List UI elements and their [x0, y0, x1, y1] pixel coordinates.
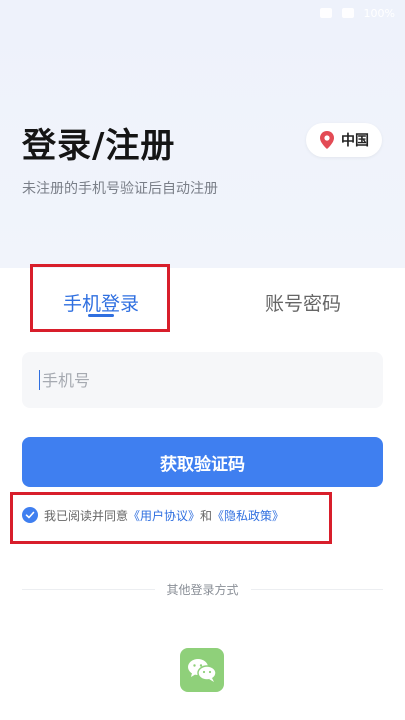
divider-line-right	[250, 588, 384, 590]
tab-highlight-box	[30, 264, 170, 332]
status-bar: 100%	[319, 4, 395, 22]
page-title: 登录/注册	[22, 126, 176, 166]
battery-text: 100%	[363, 6, 395, 20]
phone-input[interactable]	[40, 369, 383, 391]
text-caret	[39, 370, 40, 390]
phone-field[interactable]	[22, 352, 383, 408]
region-label: 中国	[341, 133, 369, 149]
wechat-login-button[interactable]	[180, 648, 224, 692]
signal-icon	[319, 8, 332, 18]
divider-line-left	[22, 588, 155, 590]
agreement-highlight-box	[10, 492, 332, 544]
other-login-label: 其他登录方式	[166, 582, 239, 597]
tab-account-password[interactable]: 账号密码	[230, 280, 376, 324]
battery-icon	[341, 8, 354, 18]
get-code-button[interactable]: 获取验证码	[22, 437, 383, 487]
other-login-divider: 其他登录方式	[22, 580, 384, 598]
wechat-icon	[188, 659, 217, 682]
location-pin-icon	[320, 131, 334, 149]
page-subtitle: 未注册的手机号验证后自动注册	[22, 181, 218, 197]
region-selector[interactable]: 中国	[306, 123, 382, 157]
